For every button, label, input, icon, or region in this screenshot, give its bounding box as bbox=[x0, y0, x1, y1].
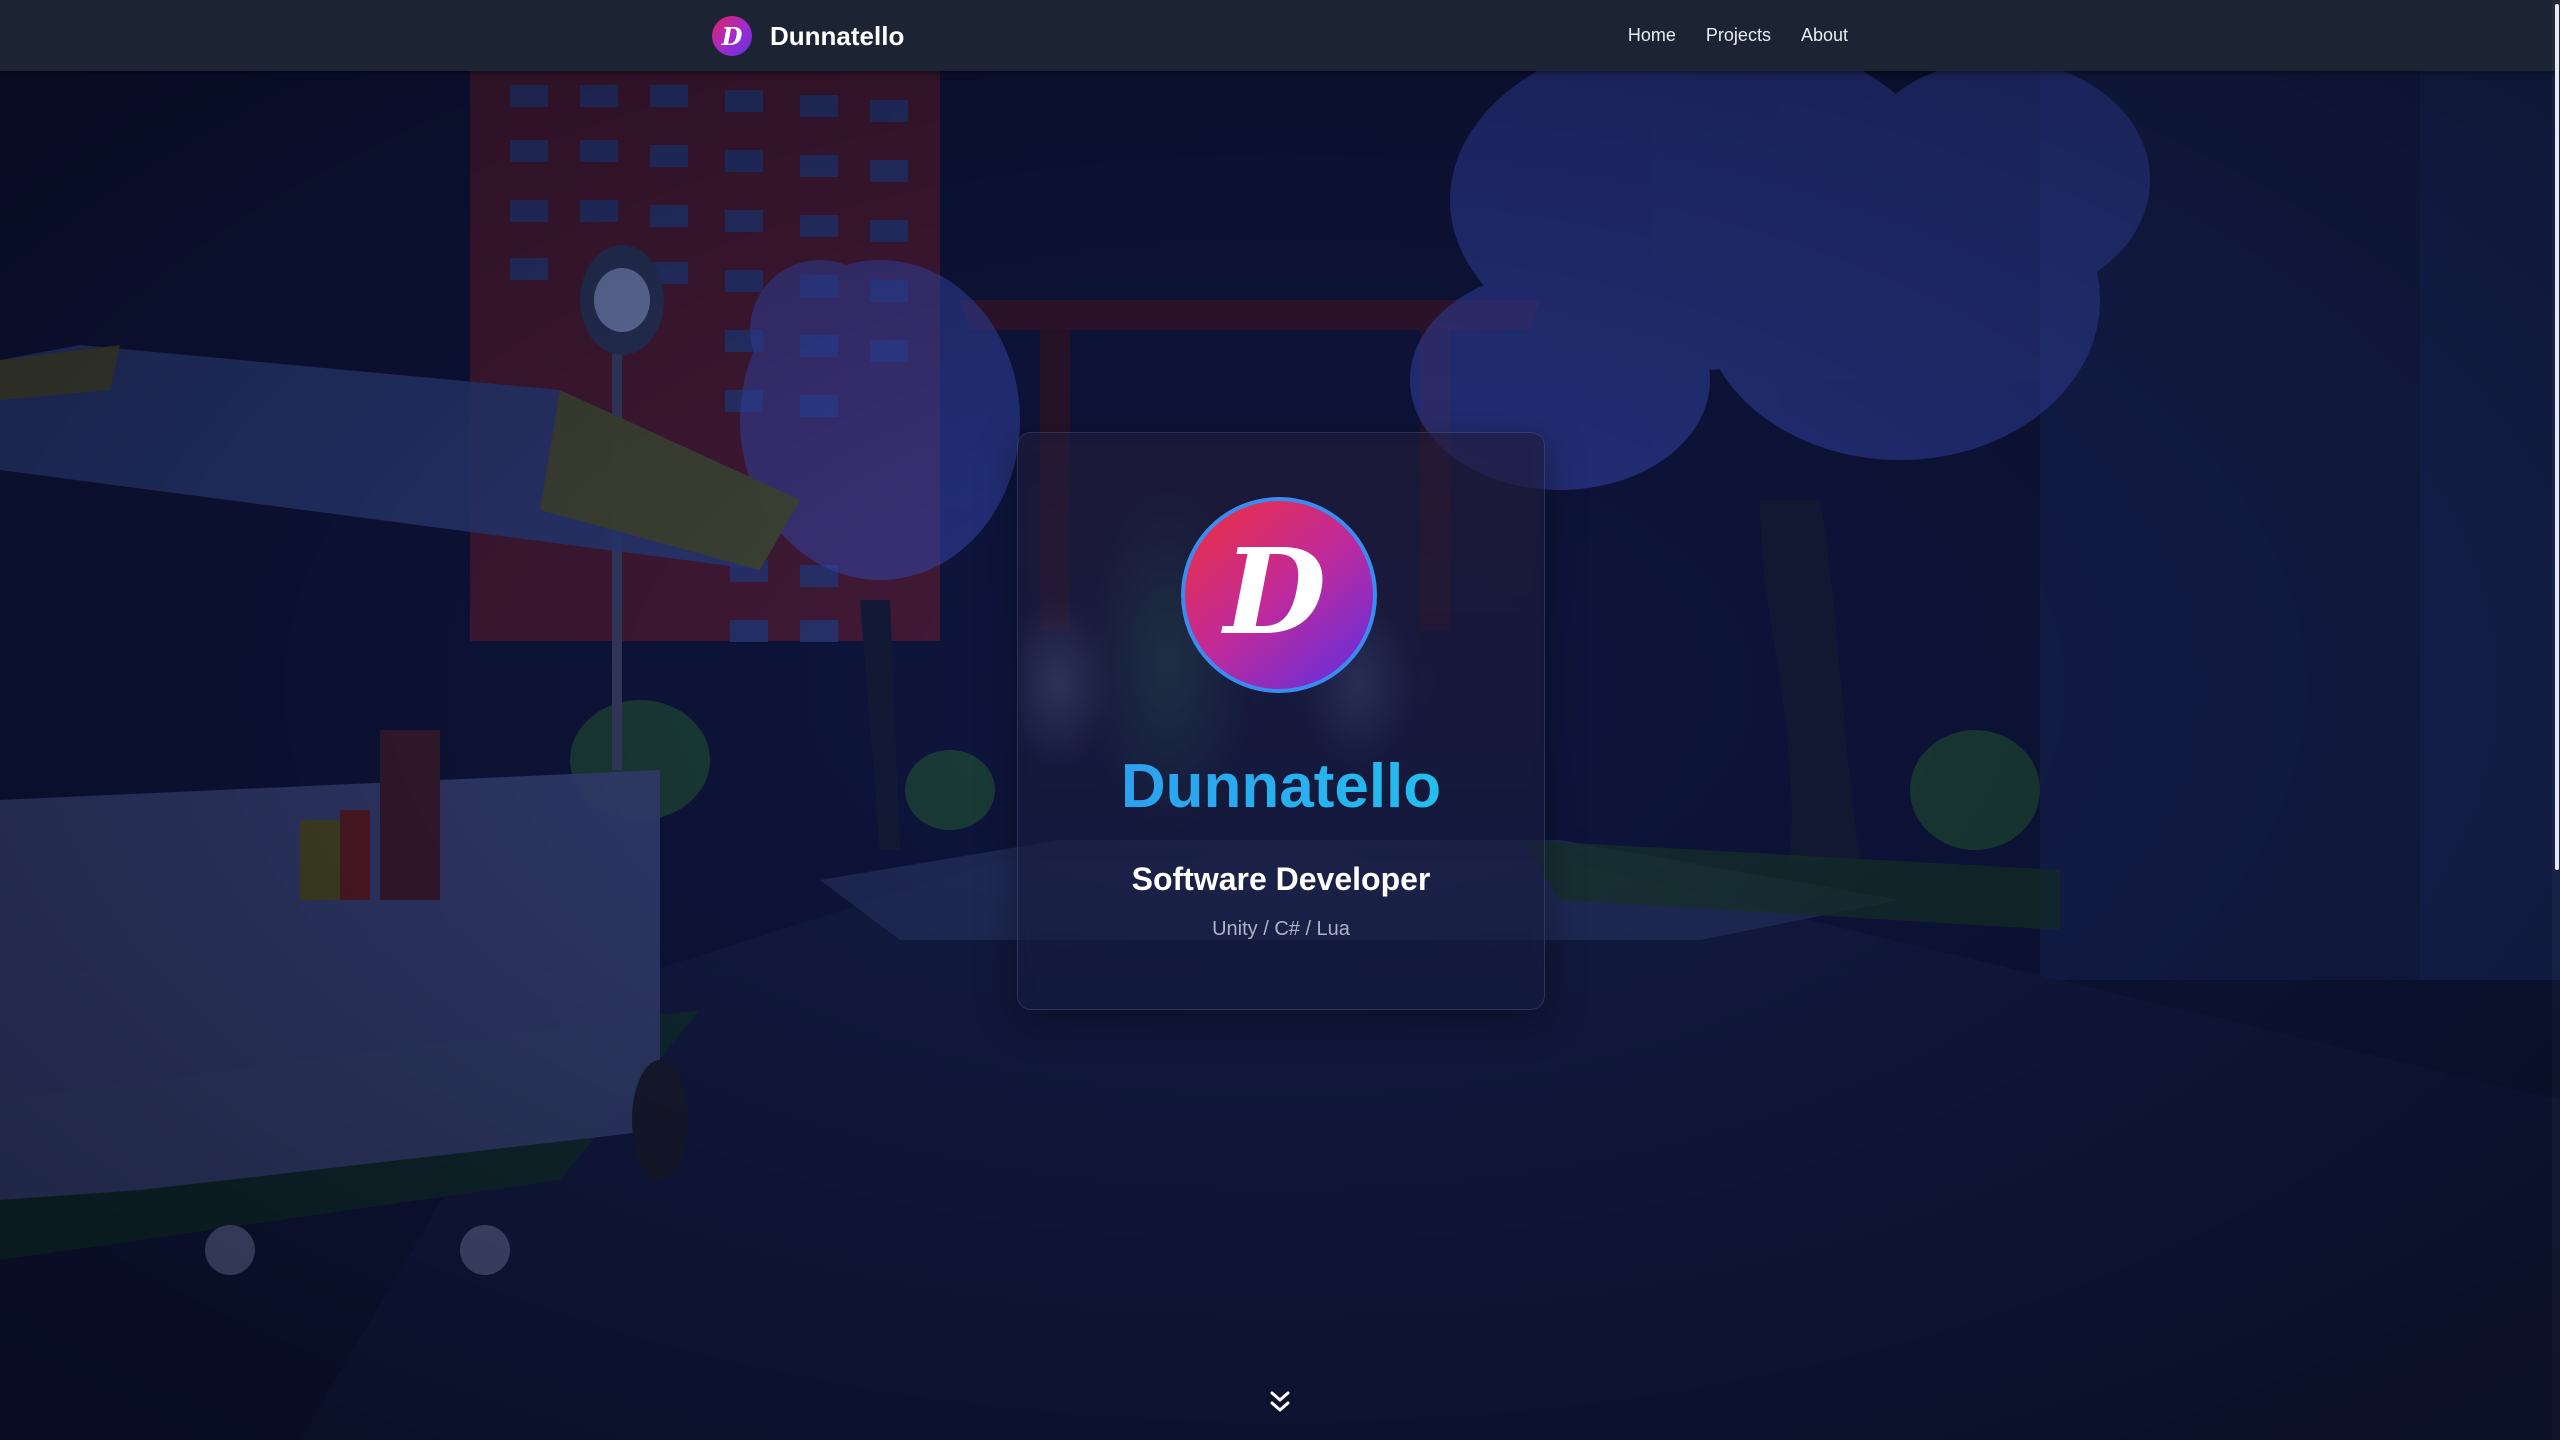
chevron-double-down-glyph bbox=[1270, 1391, 1290, 1412]
avatar: D bbox=[1181, 497, 1377, 693]
brand-name: Dunnatello bbox=[770, 20, 905, 51]
top-navbar: D Dunnatello Home Projects About bbox=[0, 0, 2560, 71]
hero-tech-stack: Unity / C# / Lua bbox=[1212, 918, 1350, 940]
hero-name: Dunnatello bbox=[1018, 751, 1544, 822]
brand-link[interactable]: D Dunnatello bbox=[712, 15, 904, 57]
brand-logo-letter: D bbox=[721, 21, 743, 51]
brand-logo-icon: D bbox=[712, 16, 752, 56]
hero-card: D Dunnatello Software Developer Unity / … bbox=[1017, 432, 1545, 1010]
nav-link-about[interactable]: About bbox=[1801, 25, 1848, 46]
avatar-letter: D bbox=[1223, 522, 1327, 661]
scrollbar-thumb[interactable] bbox=[2555, 4, 2559, 870]
chevron-double-down-icon[interactable] bbox=[1266, 1388, 1294, 1416]
hero-role: Software Developer bbox=[1131, 861, 1431, 897]
nav-links: Home Projects About bbox=[1628, 0, 1848, 71]
page: D Dunnatello Home Projects About D Dunna… bbox=[0, 0, 2560, 1440]
nav-link-home[interactable]: Home bbox=[1628, 25, 1676, 46]
page-scrollbar[interactable] bbox=[2552, 0, 2560, 1440]
nav-link-projects[interactable]: Projects bbox=[1706, 25, 1771, 46]
